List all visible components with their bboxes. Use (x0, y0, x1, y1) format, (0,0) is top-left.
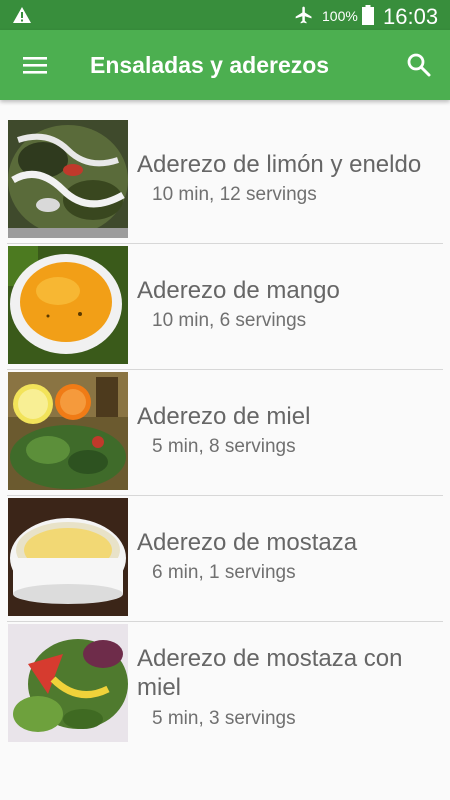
warning-icon (13, 7, 31, 23)
recipe-item-mango[interactable]: Aderezo de mango 10 min, 6 servings (0, 244, 450, 370)
recipe-thumbnail (8, 624, 128, 742)
recipe-meta: 6 min, 1 servings (152, 562, 296, 583)
battery-percentage: 100% (322, 8, 358, 24)
hamburger-menu-icon[interactable] (22, 53, 48, 77)
recipe-thumbnail (8, 246, 128, 364)
page-title: Ensaladas y aderezos (90, 52, 330, 78)
recipe-meta: 10 min, 12 servings (152, 184, 317, 205)
recipe-name: Aderezo de miel (137, 403, 311, 430)
recipe-meta: 10 min, 6 servings (152, 310, 307, 331)
search-icon[interactable] (406, 52, 432, 78)
recipe-name: Aderezo de mostaza con miel (137, 645, 403, 701)
recipe-thumbnail (8, 498, 128, 616)
recipe-name: Aderezo de mango (137, 277, 340, 304)
clock: 16:03 (383, 4, 439, 29)
recipe-name: Aderezo de limón y eneldo (137, 151, 422, 178)
app-bar: Ensaladas y aderezos (0, 30, 450, 100)
recipe-thumbnail (8, 372, 128, 490)
recipe-item-mustard[interactable]: Aderezo de mostaza 6 min, 1 servings (0, 496, 450, 622)
recipe-item-honey-mustard[interactable]: Aderezo de mostaza con miel 5 min, 3 ser… (0, 622, 450, 748)
recipe-name: Aderezo de mostaza (137, 529, 358, 556)
recipe-list: Aderezo de limón y eneldo 10 min, 12 ser… (0, 118, 450, 748)
airplane-mode-icon (295, 6, 312, 24)
recipe-meta: 5 min, 8 servings (152, 436, 296, 457)
recipe-meta: 5 min, 3 servings (152, 708, 296, 729)
recipe-thumbnail (8, 120, 128, 238)
recipe-item-lemon-dill[interactable]: Aderezo de limón y eneldo 10 min, 12 ser… (0, 118, 450, 244)
status-bar: 100% 16:03 (0, 0, 450, 30)
recipe-item-honey[interactable]: Aderezo de miel 5 min, 8 servings (0, 370, 450, 496)
battery-icon (362, 5, 374, 25)
